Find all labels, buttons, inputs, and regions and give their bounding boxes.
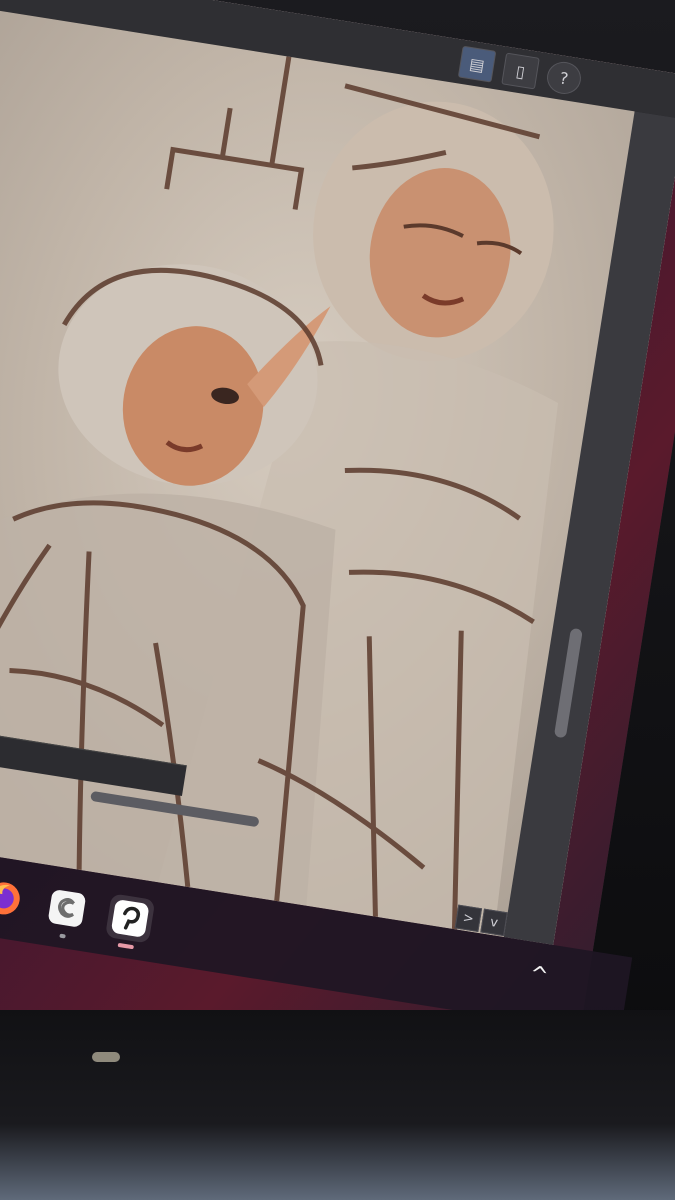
help-icon[interactable]: ? — [544, 59, 584, 97]
clip-studio-window: ▤ ▯ ? > v — [0, 0, 675, 945]
tablet-icon[interactable]: ▯ — [501, 52, 540, 90]
tray-overflow-label: ^ — [527, 961, 551, 990]
vertical-scroll-thumb[interactable] — [553, 627, 583, 739]
clip-studio-paint-icon — [111, 900, 149, 937]
taskbar-app-clip-studio-paint[interactable] — [104, 893, 156, 950]
scroll-right-label: > — [461, 910, 475, 927]
monitor-screen: ▤ ▯ ? > v ^ — [0, 0, 675, 1149]
scroll-right-button[interactable]: > — [454, 904, 483, 933]
layers-icon[interactable]: ▤ — [457, 45, 497, 83]
taskbar-app-clip-studio[interactable] — [42, 883, 92, 939]
taskbar-app-firefox[interactable] — [0, 873, 29, 923]
firefox-icon — [0, 882, 20, 915]
tray-overflow-button[interactable]: ^ — [528, 962, 550, 990]
clip-studio-paint-active-indicator — [117, 942, 134, 950]
scroll-down-button[interactable]: v — [480, 908, 508, 937]
scroll-down-label: v — [489, 914, 499, 931]
monitor-bezel — [0, 1010, 675, 1200]
clip-studio-launcher-icon — [48, 890, 86, 927]
photo-scene: ▤ ▯ ? > v ^ — [0, 0, 675, 1200]
clip-studio-running-indicator — [59, 933, 66, 939]
power-indicator-light — [92, 1052, 120, 1062]
